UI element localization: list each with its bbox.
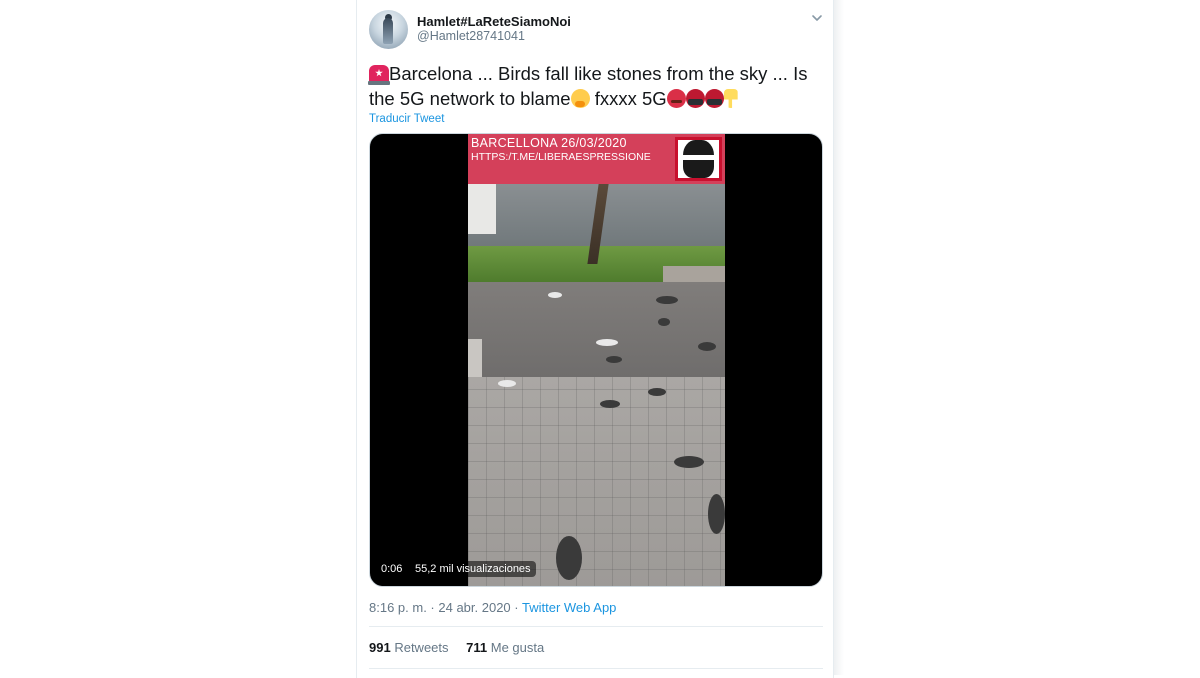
retweets-label: Retweets — [394, 640, 449, 655]
tweet-metadata: 8:16 p. m. · 24 abr. 2020 · Twitter Web … — [369, 600, 616, 615]
author-handle[interactable]: @Hamlet28741041 — [417, 29, 525, 43]
tweet-card: Hamlet#LaReteSiamoNoi @Hamlet28741041 Ba… — [356, 0, 834, 678]
video-overlay-banner: BARCELLONA 26/03/2020 HTTPS:/T.ME/LIBERA… — [468, 134, 725, 184]
avatar[interactable] — [369, 10, 408, 49]
rotating-light-icon — [368, 65, 390, 85]
scene-road — [468, 282, 725, 377]
divider — [369, 668, 823, 669]
tweet-date[interactable]: 24 abr. 2020 — [438, 600, 510, 615]
dead-bird — [658, 318, 670, 326]
angry-face-icon — [666, 89, 686, 108]
dead-bird — [556, 536, 582, 580]
dead-bird — [606, 356, 622, 363]
dead-bird — [498, 380, 516, 387]
retweets-count: 991 — [369, 640, 391, 655]
video-views: 55,2 mil visualizaciones — [410, 561, 536, 577]
divider — [369, 626, 823, 627]
thinking-face-icon — [570, 89, 590, 108]
channel-logo — [675, 137, 722, 181]
scene-wall-left — [468, 184, 496, 234]
tweet-text: Barcelona ... Birds fall like stones fro… — [368, 61, 814, 111]
meta-separator: · — [426, 600, 439, 615]
dead-bird — [596, 339, 618, 346]
meta-separator: · — [510, 600, 522, 615]
page-edge-shadow — [834, 0, 844, 675]
scene-pavement — [468, 377, 725, 586]
video-overlay-url: HTTPS:/T.ME/LIBERAESPRESSIONE — [471, 151, 651, 163]
author-display-name[interactable]: Hamlet#LaReteSiamoNoi — [417, 14, 571, 29]
cursing-face-icon — [685, 89, 705, 108]
video-duration: 0:06 — [376, 561, 408, 577]
tweet-text-part2: fxxxx 5G — [589, 88, 667, 109]
channel-logo-border — [675, 137, 722, 181]
dead-bird — [548, 292, 562, 298]
pointing-down-icon — [723, 89, 738, 108]
avatar-figure — [383, 18, 393, 44]
likes-label: Me gusta — [490, 640, 545, 655]
dead-bird — [648, 388, 666, 396]
video-frame: BARCELLONA 26/03/2020 HTTPS:/T.ME/LIBERA… — [468, 134, 725, 586]
translate-tweet-link[interactable]: Traducir Tweet — [369, 113, 444, 125]
cursing-face-icon — [704, 89, 724, 108]
dead-bird — [656, 296, 678, 304]
chevron-down-icon[interactable] — [810, 11, 824, 25]
retweets-stat[interactable]: 991 Retweets — [369, 640, 449, 655]
tweet-source-link[interactable]: Twitter Web App — [522, 600, 616, 615]
dead-bird — [600, 400, 620, 408]
tweet-time[interactable]: 8:16 p. m. — [369, 600, 427, 615]
likes-stat[interactable]: 711 Me gusta — [466, 640, 544, 655]
tweet-stats: 991 Retweets 711 Me gusta — [369, 640, 544, 655]
likes-count: 711 — [466, 640, 488, 655]
video-player[interactable]: BARCELLONA 26/03/2020 HTTPS:/T.ME/LIBERA… — [369, 133, 823, 587]
dead-bird — [698, 342, 716, 351]
video-overlay-title: BARCELLONA 26/03/2020 — [471, 136, 627, 150]
dead-bird — [708, 494, 725, 534]
dead-bird — [674, 456, 704, 468]
